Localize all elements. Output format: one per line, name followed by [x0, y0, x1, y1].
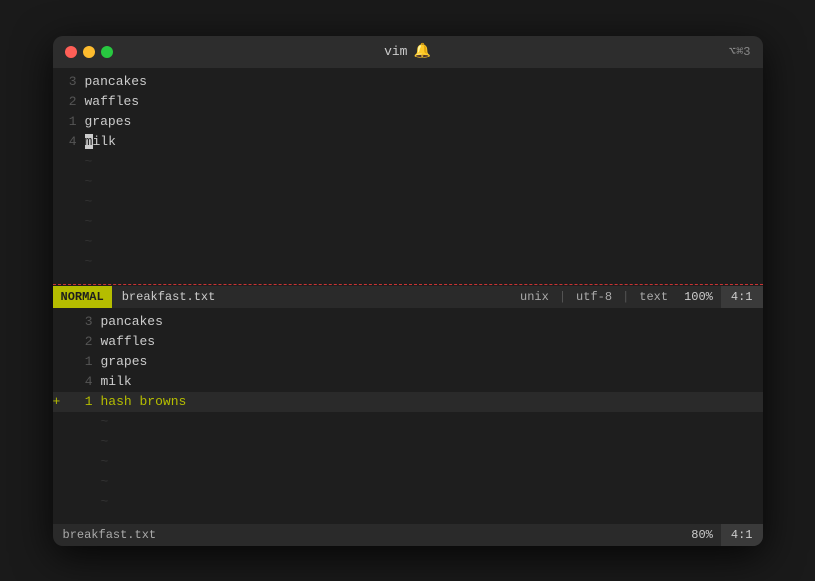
tilde: ~	[101, 414, 109, 429]
line-text: pancakes	[85, 74, 147, 89]
line-text: pancakes	[101, 314, 163, 329]
line-row: 2 waffles	[53, 92, 763, 112]
statusbar-filename: breakfast.txt	[112, 290, 226, 304]
tilde: ~	[101, 474, 109, 489]
line-row: 1 grapes	[53, 352, 763, 372]
tilde: ~	[85, 254, 93, 269]
line-num: 3	[53, 74, 85, 89]
line-text: grapes	[85, 114, 132, 129]
top-pane[interactable]: 3 pancakes 2 waffles 1 grapes 4 milk	[53, 68, 763, 284]
bell-icon: 🔔	[413, 43, 430, 60]
line-num: 1	[69, 394, 101, 409]
traffic-lights	[65, 46, 113, 58]
window-title: vim 🔔	[384, 43, 431, 60]
tilde-line: ~	[53, 192, 763, 212]
line-num: 3	[69, 314, 101, 329]
sep: |	[557, 290, 568, 304]
tilde-line: ~	[53, 492, 763, 512]
percent-info: 100%	[676, 290, 721, 304]
keyboard-shortcut: ⌥⌘3	[729, 44, 751, 59]
maximize-button[interactable]	[101, 46, 113, 58]
line-num: 4	[53, 134, 85, 149]
tilde-line: ~	[53, 152, 763, 172]
tilde: ~	[101, 494, 109, 509]
tilde: ~	[85, 194, 93, 209]
bottom-filename: breakfast.txt	[53, 528, 167, 542]
statusbar-right: unix | utf-8 | text 100% 4:1	[512, 286, 762, 308]
tilde: ~	[85, 234, 93, 249]
tilde: ~	[85, 154, 93, 169]
tilde: ~	[101, 454, 109, 469]
diff-plus-icon: +	[53, 394, 69, 409]
line-num: 4	[69, 374, 101, 389]
minimize-button[interactable]	[83, 46, 95, 58]
line-row: 4 milk	[53, 372, 763, 392]
bottom-editor-lines: 3 pancakes 2 waffles 1 grapes 4 milk	[53, 308, 763, 516]
tilde-line: ~	[53, 432, 763, 452]
line-row: 1 grapes	[53, 112, 763, 132]
close-button[interactable]	[65, 46, 77, 58]
line-num: 1	[53, 114, 85, 129]
line-text: milk	[85, 134, 116, 149]
line-text: waffles	[85, 94, 140, 109]
sep: |	[620, 290, 631, 304]
titlebar: vim 🔔 ⌥⌘3	[53, 36, 763, 68]
bottom-statusbar: breakfast.txt 80% 4:1	[53, 524, 763, 546]
line-num: 1	[69, 354, 101, 369]
tilde-line: ~	[53, 452, 763, 472]
cursor: m	[85, 134, 93, 149]
tilde-line: ~	[53, 252, 763, 272]
tilde-line: ~	[53, 172, 763, 192]
line-row: 3 pancakes	[53, 72, 763, 92]
line-text: milk	[101, 374, 132, 389]
tilde: ~	[85, 174, 93, 189]
vim-window: vim 🔔 ⌥⌘3 3 pancakes 2 waffles 1 grapes	[53, 36, 763, 546]
tilde-line: ~	[53, 412, 763, 432]
diff-add-row: + 1 hash browns	[53, 392, 763, 412]
line-num: 2	[53, 94, 85, 109]
line-row-cursor: 4 milk	[53, 132, 763, 152]
tilde: ~	[85, 214, 93, 229]
editor-container: 3 pancakes 2 waffles 1 grapes 4 milk	[53, 68, 763, 546]
bottom-position: 4:1	[721, 524, 763, 546]
top-statusbar: NORMAL breakfast.txt unix | utf-8 | text…	[53, 286, 763, 308]
tilde: ~	[101, 434, 109, 449]
tilde-line: ~	[53, 232, 763, 252]
tilde-line: ~	[53, 212, 763, 232]
line-num: 2	[69, 334, 101, 349]
mode-badge: NORMAL	[53, 286, 112, 308]
unix-info: unix	[512, 290, 557, 304]
bottom-pane[interactable]: 3 pancakes 2 waffles 1 grapes 4 milk	[53, 308, 763, 524]
line-text: waffles	[101, 334, 156, 349]
line-text: grapes	[101, 354, 148, 369]
top-editor-lines: 3 pancakes 2 waffles 1 grapes 4 milk	[53, 68, 763, 276]
encoding-info: utf-8	[568, 290, 620, 304]
tilde-line: ~	[53, 472, 763, 492]
bottom-percent: 80%	[683, 528, 721, 542]
line-row: 2 waffles	[53, 332, 763, 352]
line-text: hash browns	[101, 394, 187, 409]
type-info: text	[631, 290, 676, 304]
line-row: 3 pancakes	[53, 312, 763, 332]
bottom-right: 80% 4:1	[683, 524, 762, 546]
title-text: vim	[384, 44, 407, 59]
cursor-position: 4:1	[721, 286, 763, 308]
